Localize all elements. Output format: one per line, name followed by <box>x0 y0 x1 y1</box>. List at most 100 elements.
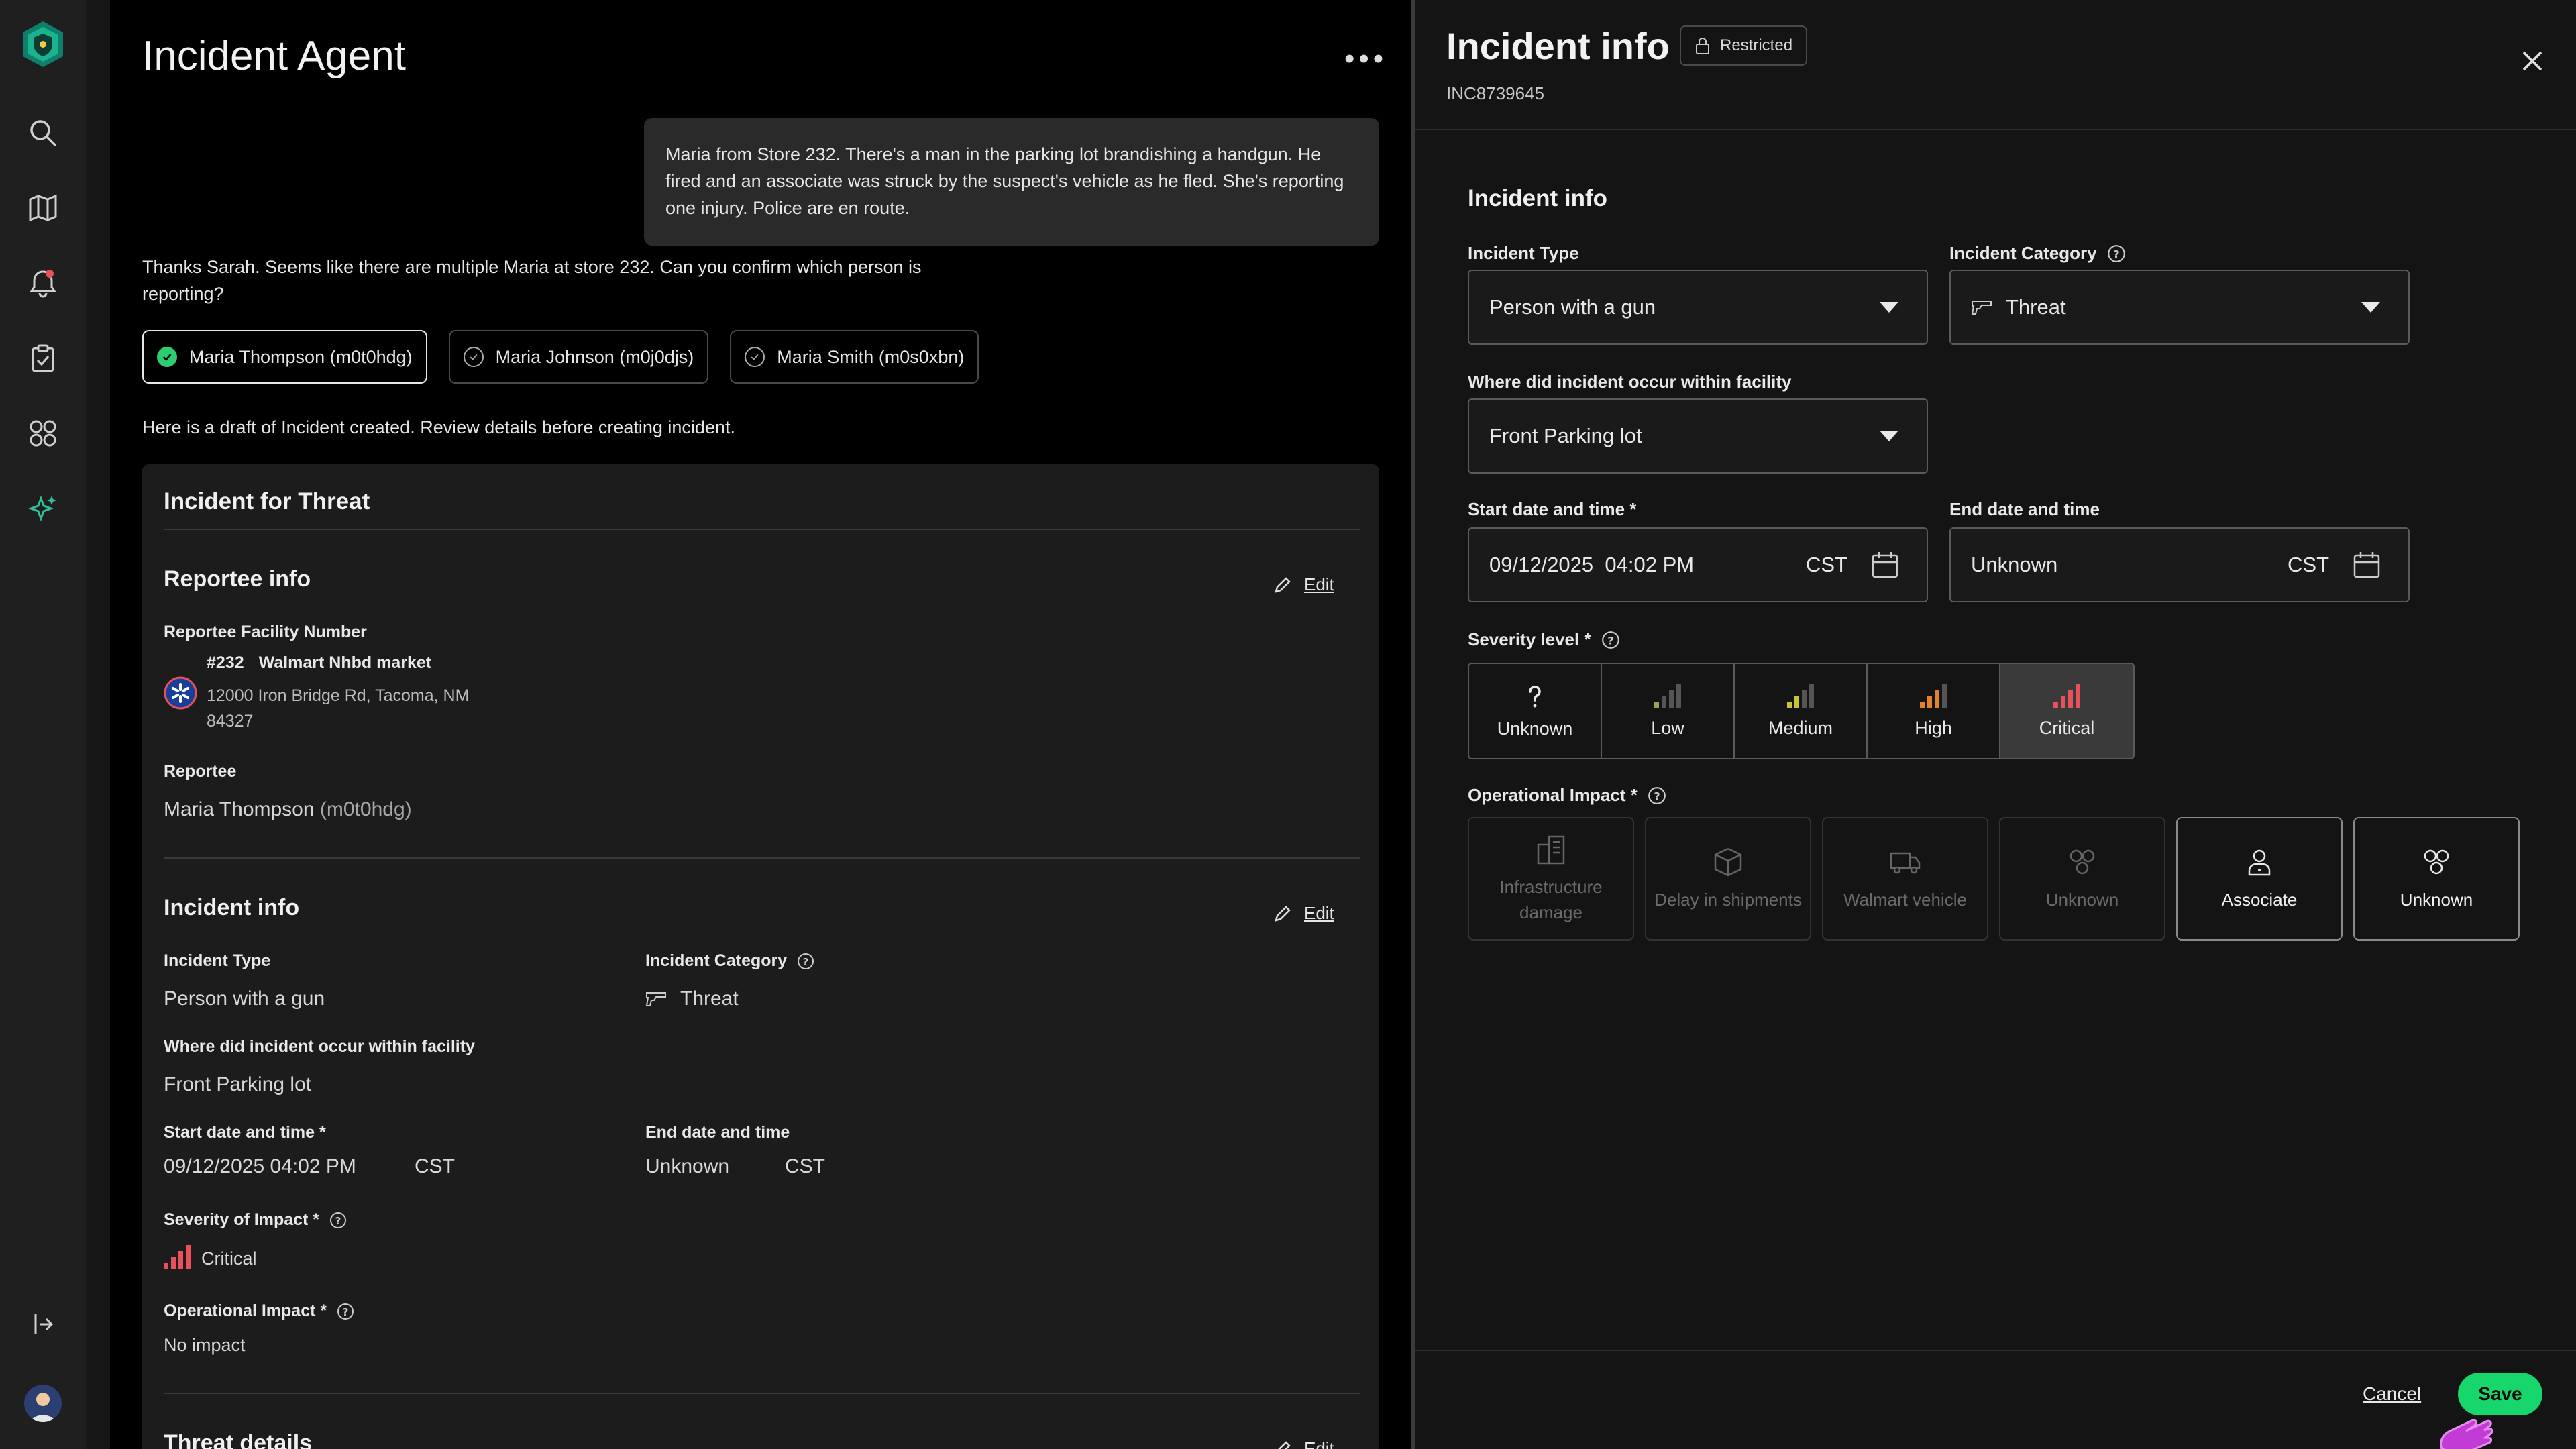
choice-chip-maria-smith[interactable]: Maria Smith (m0s0xbn) <box>730 330 979 384</box>
choice-label: Maria Thompson (m0t0hdg) <box>189 346 413 367</box>
walmart-spark-icon <box>164 676 197 710</box>
bell-icon[interactable] <box>23 263 63 303</box>
expand-rail-icon[interactable] <box>23 1304 63 1344</box>
lock-icon <box>1696 38 1709 54</box>
close-icon[interactable] <box>2516 44 2549 78</box>
help-circle-icon[interactable]: ? <box>1601 630 1621 650</box>
choice-label: Maria Johnson (m0j0djs) <box>495 346 694 367</box>
help-circle-icon[interactable]: ? <box>336 1302 355 1321</box>
edit-threat-button[interactable]: Edit <box>1273 1438 1334 1449</box>
map-icon[interactable] <box>23 188 63 228</box>
svg-text:?: ? <box>2113 248 2119 260</box>
incident-category-select[interactable]: Threat <box>1949 270 2410 345</box>
location-select[interactable]: Front Parking lot <box>1468 398 1928 474</box>
signal-bars-critical-icon <box>164 1245 191 1269</box>
cancel-button[interactable]: Cancel <box>2363 1383 2421 1405</box>
section-title-incident: Incident info <box>164 895 300 920</box>
help-circle-icon[interactable]: ? <box>329 1211 347 1230</box>
severity-option-critical[interactable]: Critical <box>2000 664 2133 758</box>
severity-option-low[interactable]: Low <box>1602 664 1735 758</box>
severity-option-unknown[interactable]: Unknown <box>1469 664 1602 758</box>
reportee-label: Reportee <box>164 762 237 781</box>
rail-gutter <box>86 0 110 1449</box>
group-icon <box>2424 849 2449 875</box>
start-datetime-input[interactable]: 09/12/2025 04:02 PM CST <box>1468 527 1928 602</box>
gun-icon <box>1971 301 1992 315</box>
divider <box>1415 1350 2576 1351</box>
calendar-icon[interactable] <box>1870 550 1900 580</box>
help-circle-icon[interactable]: ? <box>796 952 815 971</box>
severity-option-medium[interactable]: Medium <box>1735 664 1868 758</box>
ops-option-unknown-disabled[interactable]: Unknown <box>1999 817 2165 941</box>
user-avatar[interactable] <box>24 1385 62 1422</box>
edit-reportee-button[interactable]: Edit <box>1273 574 1334 595</box>
truck-icon <box>1890 852 1921 874</box>
ops-option-unknown[interactable]: Unknown <box>2353 817 2520 941</box>
end-datetime-label: End date and time <box>645 1123 790 1142</box>
facility-heading: #232 Walmart Nhbd market <box>207 653 432 672</box>
incident-type-value: Person with a gun <box>164 987 325 1010</box>
choice-label: Maria Smith (m0s0xbn) <box>777 346 965 367</box>
shield-logo-icon[interactable] <box>17 19 68 70</box>
choice-chip-maria-johnson[interactable]: Maria Johnson (m0j0djs) <box>448 330 709 384</box>
facility-address-line1: 12000 Iron Bridge Rd, Tacoma, NM <box>207 686 470 705</box>
hand-cursor-icon <box>2440 1419 2493 1449</box>
ops-impact-label: Operational Impact * ? <box>1468 785 1667 806</box>
ops-impact-value: No impact <box>164 1335 246 1355</box>
card-title: Incident for Threat <box>164 488 370 515</box>
incident-category-value: Threat <box>645 987 739 1010</box>
draft-message: Here is a draft of Incident created. Rev… <box>142 417 735 437</box>
ops-option-infrastructure[interactable]: Infrastructure damage <box>1468 817 1634 941</box>
signal-bars-low-icon <box>1654 684 1681 708</box>
start-datetime-label: Start date and time * <box>164 1123 326 1142</box>
signal-bars-medium-icon <box>1787 684 1814 708</box>
check-circle-outline-icon <box>463 347 484 367</box>
incident-type-label: Incident Type <box>1468 243 1579 263</box>
incident-info-panel: Incident info Restricted INC8739645 Inci… <box>1415 0 2576 1449</box>
severity-value: Critical <box>164 1245 257 1269</box>
agent-message: Thanks Sarah. Seems like there are multi… <box>142 257 922 304</box>
reportee-value: Maria Thompson (m0t0hdg) <box>164 798 412 820</box>
severity-segmented-control: Unknown Low Medium High Critical <box>1468 663 2135 759</box>
incident-type-select[interactable]: Person with a gun <box>1468 270 1928 345</box>
severity-level-label: Severity level * ? <box>1468 629 1621 650</box>
user-message-bubble: Maria from Store 232. There's a man in t… <box>644 118 1379 246</box>
ops-impact-label: Operational Impact * ? <box>164 1301 355 1321</box>
ai-sparkle-icon[interactable] <box>23 488 63 529</box>
calendar-icon[interactable] <box>2352 550 2381 580</box>
svg-text:?: ? <box>1654 790 1660 802</box>
ops-option-associate[interactable]: Associate <box>2176 817 2343 941</box>
where-label: Where did incident occur within facility <box>164 1037 475 1056</box>
incident-draft-card: Incident for Threat Reportee info Edit R… <box>142 464 1379 1449</box>
gun-icon <box>645 992 666 1006</box>
facility-number-label: Reportee Facility Number <box>164 623 367 641</box>
more-options-icon[interactable]: ••• <box>1344 44 1387 74</box>
ops-option-walmart-vehicle[interactable]: Walmart vehicle <box>1822 817 1988 941</box>
svg-text:?: ? <box>803 956 809 968</box>
ops-option-delay-shipments[interactable]: Delay in shipments <box>1645 817 1811 941</box>
chat-pane: Incident Agent ••• Maria from Store 232.… <box>110 0 1411 1449</box>
clipboard-check-icon[interactable] <box>23 338 63 378</box>
end-datetime-input[interactable]: Unknown CST <box>1949 527 2410 602</box>
chevron-down-icon <box>1880 302 1898 313</box>
edit-incident-button[interactable]: Edit <box>1273 903 1334 924</box>
incident-id: INC8739645 <box>1446 83 1544 103</box>
chevron-down-icon <box>1880 431 1898 441</box>
svg-text:?: ? <box>343 1306 349 1318</box>
signal-bars-high-icon <box>1920 684 1947 708</box>
help-circle-icon[interactable]: ? <box>2106 244 2127 264</box>
chevron-down-icon <box>2361 302 2380 313</box>
panel-title: Incident info <box>1446 25 1670 67</box>
search-icon[interactable] <box>23 113 63 153</box>
apps-grid-icon[interactable] <box>23 413 63 453</box>
facility-address-line2: 84327 <box>207 712 254 731</box>
group-icon <box>2070 849 2095 875</box>
divider <box>164 529 1360 530</box>
help-circle-icon[interactable]: ? <box>1647 786 1667 806</box>
ops-impact-options: Infrastructure damage Delay in shipments… <box>1468 817 2520 941</box>
severity-option-high[interactable]: High <box>1868 664 2000 758</box>
page-title: Incident Agent <box>142 33 406 79</box>
section-title-reportee: Reportee info <box>164 566 311 592</box>
choice-chip-maria-thompson[interactable]: Maria Thompson (m0t0hdg) <box>142 330 427 384</box>
end-timezone: CST <box>785 1155 825 1177</box>
